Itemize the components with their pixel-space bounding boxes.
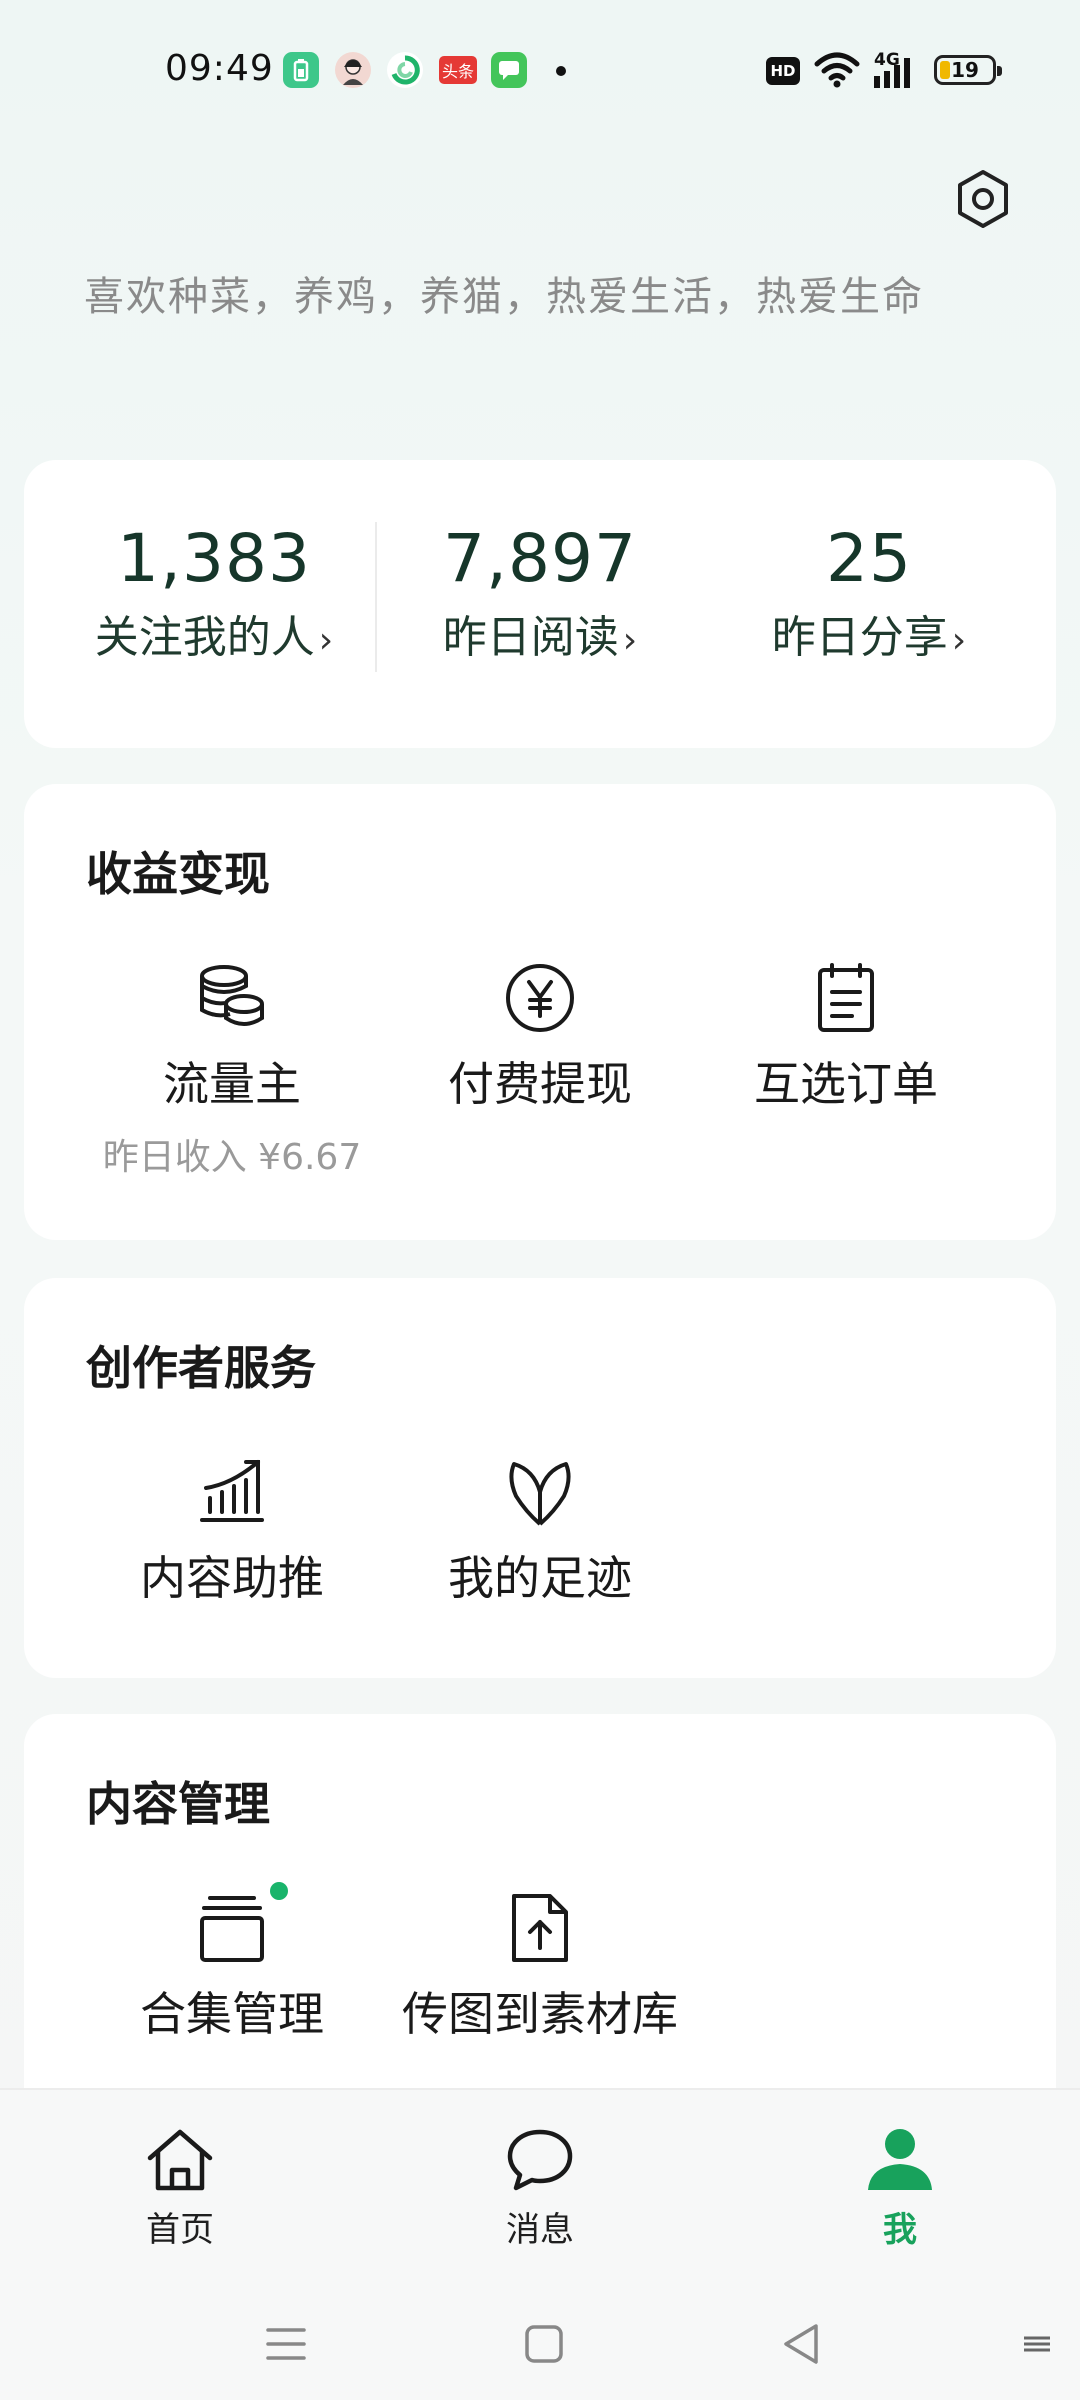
mutual-orders-label: 互选订单 [754, 1057, 938, 1111]
yuan-icon [506, 964, 574, 1032]
battery-saver-app-icon [283, 52, 319, 88]
content-management-title: 内容管理 [86, 1777, 270, 1831]
collection-icon [200, 1896, 264, 1962]
chevron-right-icon: › [622, 620, 638, 661]
avatar-app-icon [335, 52, 371, 88]
messages-app-icon [491, 52, 527, 88]
battery-fill [940, 61, 950, 79]
notification-dot [556, 66, 566, 76]
back-triangle-icon[interactable] [774, 2316, 830, 2372]
stat-reads-value: 7,897 [443, 520, 637, 597]
bottom-tab-bar: 首页 消息 我 [0, 2088, 1080, 2290]
content-boost-label: 内容助推 [140, 1551, 324, 1605]
stat-followers-label: 关注我的人 › [94, 612, 334, 663]
upload-file-icon [512, 1894, 568, 1962]
growth-chart-icon [200, 1460, 264, 1522]
green-swirl-app-icon [387, 52, 423, 88]
profile-bio: 喜欢种菜，养鸡，养猫，热爱生活，热爱生命 [84, 274, 924, 320]
monetization-card: 收益变现 流量主 昨日收入 ¥6.67 付费提现 互选订单 [24, 784, 1056, 1240]
battery-icon: 19 [934, 55, 1002, 85]
person-icon [868, 2129, 932, 2190]
home-square-icon[interactable] [516, 2316, 572, 2372]
paid-withdraw-label: 付费提现 [448, 1057, 632, 1111]
toutiao-app-icon: 头条 [439, 56, 477, 84]
settings-icon[interactable] [952, 168, 1014, 230]
my-footprints-item[interactable]: 我的足迹 [390, 1456, 690, 1608]
battery-level-text: 19 [951, 58, 979, 82]
stat-shares[interactable]: 25 昨日分享 › [699, 520, 1039, 665]
system-nav-bar [0, 2288, 1080, 2400]
stat-reads-label: 昨日阅读 › [442, 612, 638, 663]
upload-material-item[interactable]: 传图到素材库 [390, 1892, 690, 2044]
yesterday-income: 昨日收入 ¥6.67 [102, 1137, 362, 1178]
chevron-right-icon: › [318, 620, 334, 661]
stat-followers[interactable]: 1,383 关注我的人 › [44, 520, 384, 665]
creator-services-card: 创作者服务 内容助推 我的足迹 [24, 1278, 1056, 1678]
signal-icon [874, 58, 910, 88]
menu-icon[interactable] [258, 2316, 314, 2372]
status-time: 09:49 [165, 48, 274, 89]
monetization-title: 收益变现 [86, 847, 270, 901]
tab-me[interactable]: 我 [800, 2126, 1000, 2251]
tab-home-label: 首页 [146, 2210, 214, 2250]
stat-reads[interactable]: 7,897 昨日阅读 › [370, 520, 710, 665]
clipboard-icon [818, 963, 874, 1032]
stat-shares-value: 25 [826, 520, 912, 597]
sprout-icon [509, 1462, 571, 1526]
message-icon [507, 2129, 573, 2191]
content-boost-item[interactable]: 内容助推 [82, 1456, 382, 1608]
wifi-icon [814, 52, 860, 88]
mutual-orders-item[interactable]: 互选订单 [696, 962, 996, 1114]
upload-material-label: 传图到素材库 [402, 1987, 678, 2041]
collection-manage-label: 合集管理 [140, 1987, 324, 2041]
tab-home[interactable]: 首页 [80, 2126, 280, 2251]
stat-followers-value: 1,383 [117, 520, 311, 597]
scroll-edge-icon [1024, 2336, 1050, 2352]
collection-manage-item[interactable]: 合集管理 [82, 1882, 382, 2044]
new-badge-dot [270, 1882, 288, 1900]
my-footprints-label: 我的足迹 [448, 1551, 632, 1605]
stat-shares-label: 昨日分享 › [771, 612, 967, 663]
tab-me-label: 我 [883, 2210, 917, 2250]
coins-icon [200, 965, 264, 1026]
tab-messages[interactable]: 消息 [440, 2126, 640, 2251]
traffic-owner-item[interactable]: 流量主 昨日收入 ¥6.67 [82, 962, 382, 1180]
home-icon [147, 2129, 213, 2191]
traffic-owner-label: 流量主 [163, 1057, 301, 1111]
chevron-right-icon: › [951, 620, 967, 661]
status-bar: 09:49 头条 HD 4G 19 [0, 0, 1080, 140]
hd-icon: HD [766, 57, 800, 85]
content-management-card: 内容管理 合集管理 传图到素材库 [24, 1714, 1056, 2134]
stats-card: 1,383 关注我的人 › 7,897 昨日阅读 › 25 昨日分享 › [24, 460, 1056, 748]
paid-withdraw-item[interactable]: 付费提现 [390, 962, 690, 1114]
tab-messages-label: 消息 [506, 2210, 574, 2250]
creator-services-title: 创作者服务 [86, 1341, 316, 1395]
